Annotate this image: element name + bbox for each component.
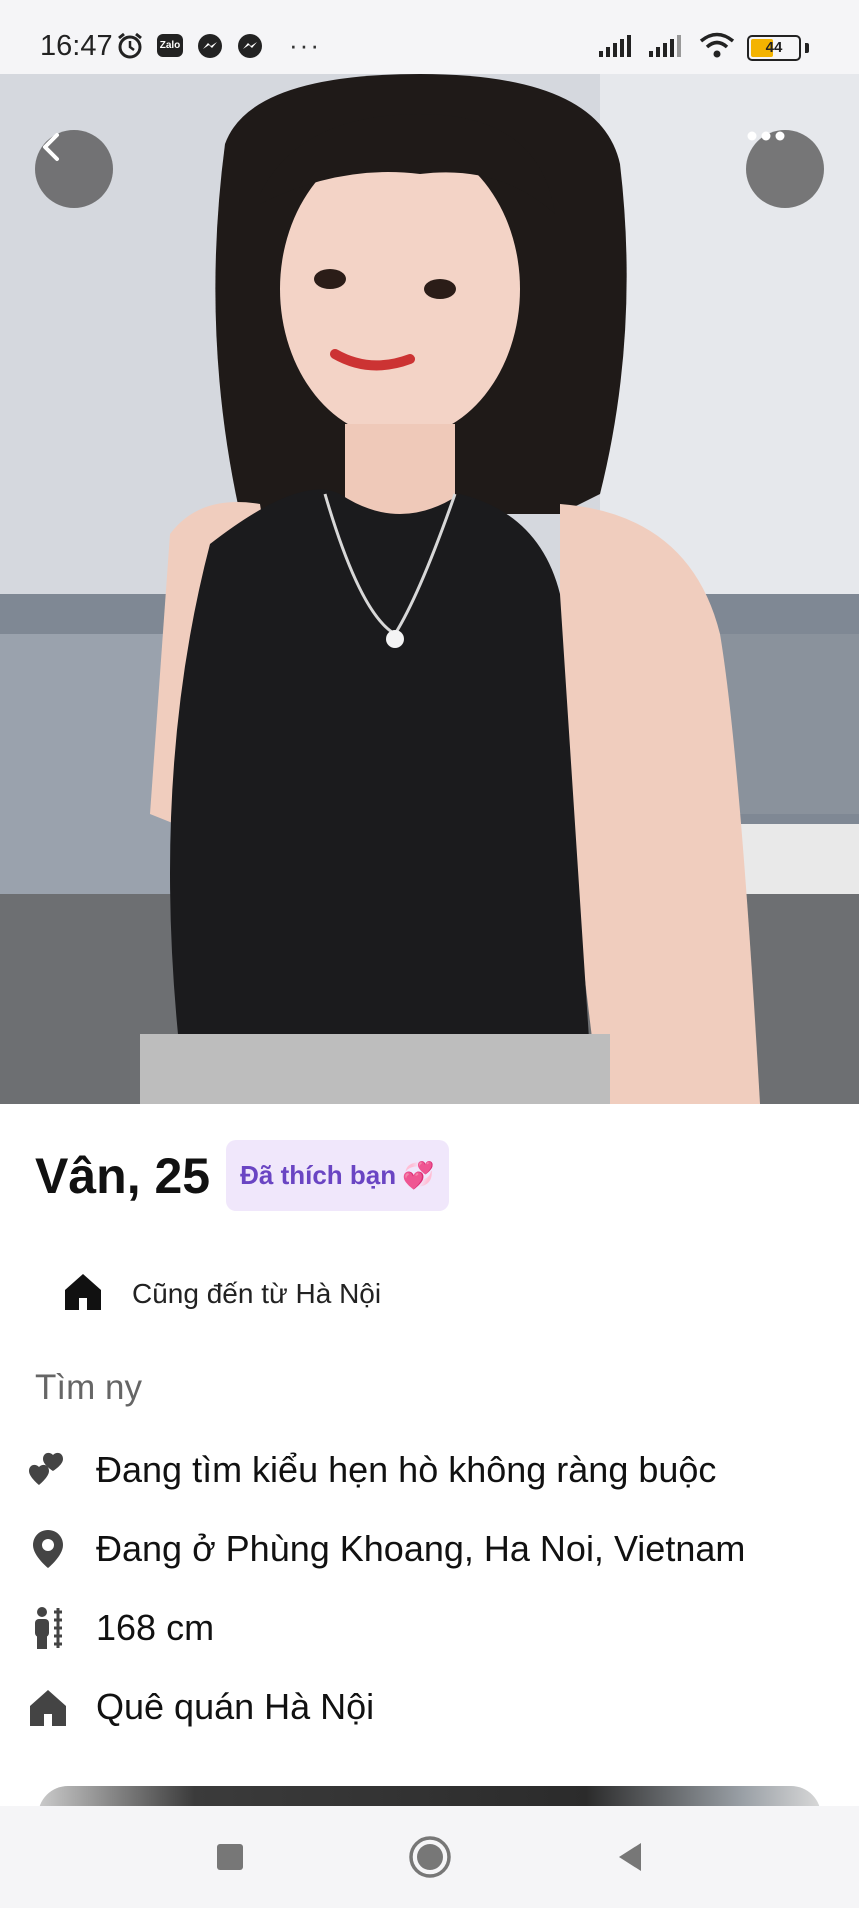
status-bar: 16:47 Zalo ··· 44 [0,0,859,74]
more-options-button[interactable] [746,130,824,208]
hearts-icon [26,1448,70,1492]
recents-button[interactable] [205,1832,255,1882]
profile-photo-illustration [0,74,859,1104]
home-icon [62,1270,104,1317]
battery-indicator: 44 [747,34,801,61]
messenger-icon [235,31,265,61]
wifi-icon [699,32,735,63]
alarm-icon [115,31,145,61]
location-pin-icon [26,1527,70,1571]
height-icon [26,1606,70,1650]
liked-you-badge: Đã thích bạn 💞 [226,1140,449,1211]
profile-photo[interactable] [0,74,859,1104]
back-nav-button[interactable] [605,1832,655,1882]
status-notification-icons: Zalo ··· [115,30,321,61]
messenger-icon [195,31,225,61]
hearts-emoji: 💞 [402,1160,435,1190]
liked-you-label: Đã thích bạn [240,1160,397,1190]
system-nav-bar [0,1806,859,1908]
dating-intent-text: Đang tìm kiểu hẹn hò không ràng buộc [96,1448,717,1490]
list-item: Đang tìm kiểu hẹn hò không ràng buộc [26,1430,745,1509]
profile-details-list: Đang tìm kiểu hẹn hò không ràng buộc Đan… [26,1430,745,1746]
chevron-left-icon [43,133,59,161]
common-origin-text: Cũng đến từ Hà Nội [132,1277,382,1309]
battery-level: 44 [765,39,783,56]
battery-cap [805,42,809,53]
more-horizontal-icon [747,131,785,141]
list-item: 168 cm [26,1588,745,1667]
zalo-label: Zalo [156,34,184,57]
common-origin-row: Cũng đến từ Hà Nội [62,1270,381,1317]
section-title: Tìm ny [35,1368,142,1407]
home-icon [26,1685,70,1729]
back-button[interactable] [35,130,113,208]
status-system-icons: 44 [599,32,809,63]
triangle-back-icon [618,1843,641,1871]
square-icon [216,1844,243,1870]
zalo-icon: Zalo [155,31,185,61]
circle-icon [408,1836,451,1878]
height-text: 168 cm [96,1606,215,1648]
signal-icon [599,33,637,62]
current-location-text: Đang ở Phùng Khoang, Ha Noi, Vietnam [96,1527,746,1569]
more-notifications-icon: ··· [289,30,321,60]
hometown-text: Quê quán Hà Nội [96,1685,375,1727]
profile-header: Vân, 25 Đã thích bạn 💞 [35,1140,449,1211]
signal-icon [649,33,687,62]
list-item: Quê quán Hà Nội [26,1667,745,1746]
status-time: 16:47 [40,30,113,62]
list-item: Đang ở Phùng Khoang, Ha Noi, Vietnam [26,1509,745,1588]
home-button[interactable] [405,1832,455,1882]
profile-name-age: Vân, 25 [35,1147,211,1204]
